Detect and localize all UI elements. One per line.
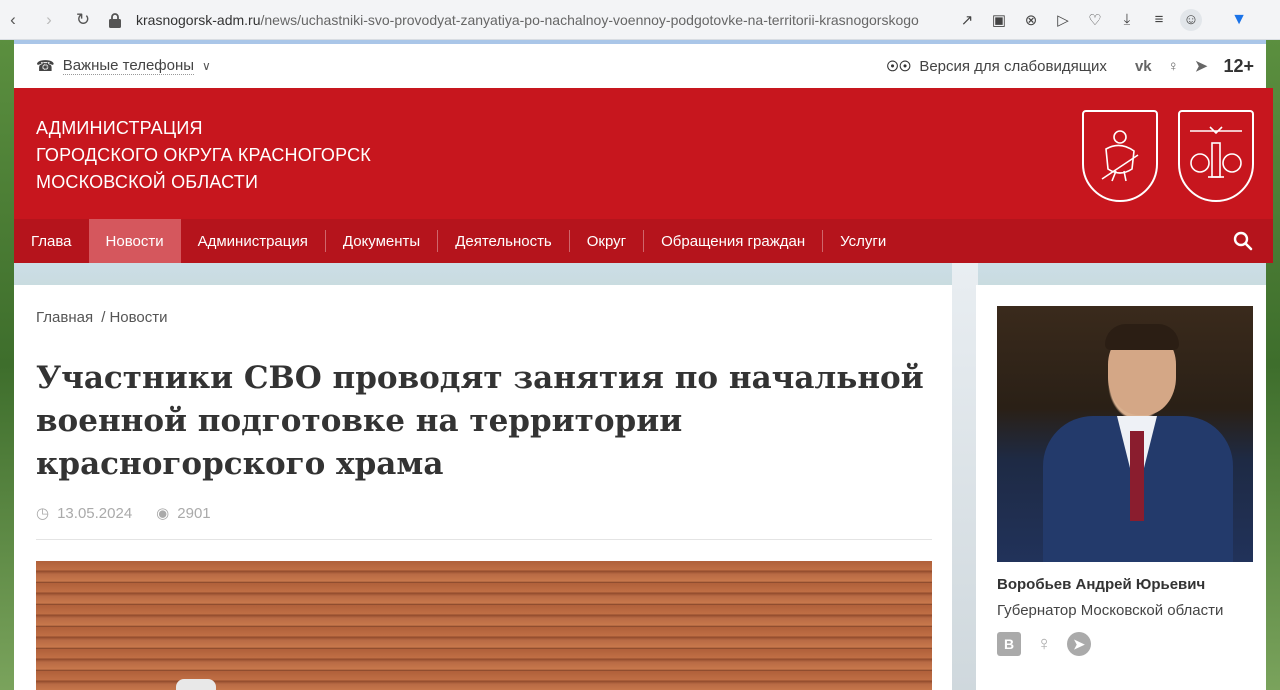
nav-label: Округ [586,232,627,250]
profile-icon[interactable]: ☺ [1180,8,1202,31]
url-path: /news/uchastniki-svo-provodyat-zanyatiya… [260,11,919,28]
site-header: АДМИНИСТРАЦИЯ ГОРОДСКОГО ОКРУГА КРАСНОГО… [14,88,1273,219]
background-tree-left [0,40,14,690]
telegram-icon[interactable]: ➤ [1195,57,1208,75]
nav-label: Обращения граждан [661,232,806,250]
cart-icon[interactable]: ▼ [1228,9,1250,31]
odnoklassniki-icon[interactable]: ♀ [1032,632,1056,656]
breadcrumb-separator: / [101,309,106,326]
nav-item-head[interactable]: Глава [14,219,89,263]
governor-photo[interactable] [997,306,1253,562]
org-name-line2: ГОРОДСКОГО ОКРУГА КРАСНОГОРСК [36,145,371,165]
main-navigation: Глава Новости Администрация Документы Де… [14,219,1273,263]
photo-detail [176,679,216,690]
article-photo[interactable] [36,561,932,690]
menu-icon[interactable]: ≡ [1148,9,1170,31]
shield-icon[interactable]: ⊗ [1020,9,1042,31]
nav-label: Услуги [840,232,887,250]
moscow-region-emblem-icon[interactable] [1082,110,1158,202]
clock-icon: ◷ [36,505,50,522]
nav-item-citizen-appeals[interactable]: Обращения граждан [644,219,822,263]
governor-role: Губернатор Московской области [997,602,1224,619]
krasnogorsk-emblem-icon[interactable] [1178,110,1254,202]
low-vision-link[interactable]: ☉☉ Версия для слабовидящих [886,58,1107,75]
breadcrumb-home-link[interactable]: Главная [36,309,93,326]
phone-icon: ☎ [36,58,55,75]
governor-card: Воробьев Андрей Юрьевич Губернатор Моско… [976,285,1266,690]
nav-label: Новости [105,232,164,250]
search-icon[interactable] [1233,231,1253,251]
portrait-tie [1130,431,1144,521]
low-vision-label: Версия для слабовидящих [919,57,1107,75]
browser-toolbar: ‹ › ↻ krasnogorsk-adm.ru/news/uchastniki… [0,0,1280,40]
vk-icon[interactable]: vk [1135,58,1152,75]
url-text: krasnogorsk-adm.ru/news/uchastniki-svo-p… [136,12,936,28]
chevron-down-icon: ∨ [202,59,211,73]
nav-item-documents[interactable]: Документы [326,219,437,263]
nav-item-activity[interactable]: Деятельность [438,219,569,263]
screenshot-icon[interactable]: ▣ [988,9,1010,31]
governor-social-links: B ♀ ➤ [997,632,1102,656]
download-icon[interactable]: ⤓ [1116,9,1138,31]
age-rating: 12+ [1223,55,1254,76]
nav-item-services[interactable]: Услуги [823,219,903,263]
article-title: Участники СВО проводят занятия по началь… [36,360,924,482]
article-meta: ◷ 13.05.2024 ◉ 2901 [36,504,211,523]
nav-item-news[interactable]: Новости [88,219,181,263]
nav-label: Документы [342,232,421,250]
reload-icon[interactable]: ↻ [72,9,94,31]
eye-icon: ◉ [156,505,170,522]
portrait-hair [1105,324,1179,350]
play-icon[interactable]: ▷ [1052,9,1074,31]
odnoklassniki-icon[interactable]: ♀ [1168,58,1179,75]
telegram-icon[interactable]: ➤ [1067,632,1091,656]
article-card: Главная / Новости Участники СВО проводят … [14,285,952,690]
nav-label: Администрация [197,232,308,250]
divider [36,539,932,540]
views-count: 2901 [177,504,211,522]
vk-icon[interactable]: B [997,632,1021,656]
governor-name[interactable]: Воробьев Андрей Юрьевич [997,576,1205,593]
nav-item-district[interactable]: Округ [570,219,643,263]
url-domain: krasnogorsk-adm.ru [136,11,261,28]
utility-bar: ☎ Важные телефоны ∨ ☉☉ Версия для слабов… [14,44,1266,88]
nav-item-administration[interactable]: Администрация [181,219,325,263]
lock-icon [109,12,121,28]
glasses-icon: ☉☉ [886,57,912,74]
address-bar[interactable]: krasnogorsk-adm.ru/news/uchastniki-svo-p… [108,5,936,35]
background-church [952,262,978,690]
breadcrumb: Главная / Новости [36,309,168,326]
organization-name[interactable]: АДМИНИСТРАЦИЯ ГОРОДСКОГО ОКРУГА КРАСНОГО… [36,115,371,196]
breadcrumb-news-link[interactable]: Новости [109,309,167,326]
back-icon[interactable]: ‹ [2,9,24,31]
nav-label: Деятельность [455,232,552,250]
org-name-line1: АДМИНИСТРАЦИЯ [36,118,203,138]
nav-label: Глава [31,232,72,250]
views-counter: ◉ 2901 [156,504,211,523]
share-icon[interactable]: ↗ [956,9,978,31]
heart-icon[interactable]: ♡ [1084,9,1106,31]
org-name-line3: МОСКОВСКОЙ ОБЛАСТИ [36,172,259,192]
forward-icon[interactable]: › [38,9,60,31]
article-date: 13.05.2024 [57,504,133,522]
important-phones-label: Важные телефоны [62,57,195,75]
important-phones-dropdown[interactable]: ☎ Важные телефоны ∨ [36,57,211,75]
